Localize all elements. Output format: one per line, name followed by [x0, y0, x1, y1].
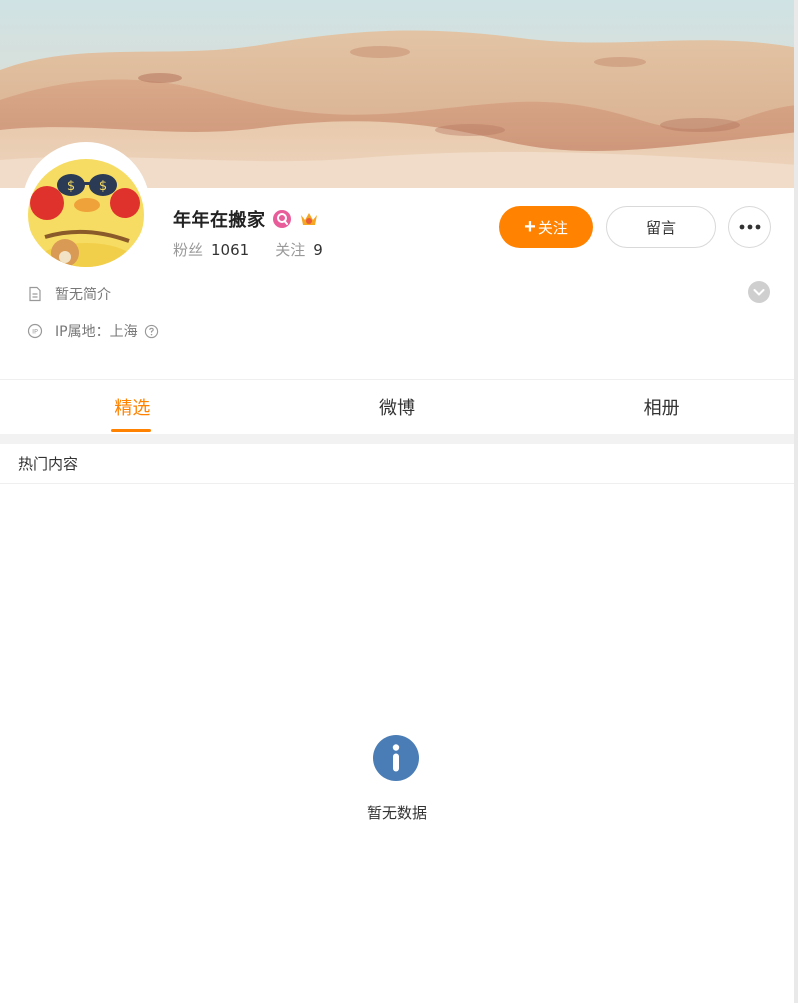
- page-right-border: [794, 0, 798, 1003]
- follow-button[interactable]: + 关注: [499, 206, 593, 248]
- more-horizontal-icon: [739, 224, 760, 230]
- ip-location-line: IP IP属地：上海: [27, 321, 159, 341]
- profile-name: 年年在搬家: [173, 210, 266, 231]
- following-count[interactable]: 9: [313, 241, 323, 259]
- more-button[interactable]: [728, 206, 771, 248]
- followers-label[interactable]: 粉丝: [173, 239, 203, 260]
- follow-button-label: 关注: [537, 219, 568, 237]
- svg-text:IP: IP: [32, 328, 38, 336]
- plus-icon: +: [524, 216, 536, 238]
- tab-weibo-label: 微博: [379, 398, 415, 419]
- message-button-label: 留言: [645, 219, 676, 237]
- tab-featured-label: 精选: [114, 398, 151, 419]
- message-button[interactable]: 留言: [606, 206, 716, 248]
- crown-badge-icon[interactable]: [298, 209, 320, 229]
- profile-tabs: 精选 微博 相册: [0, 380, 794, 434]
- tab-featured[interactable]: 精选: [0, 380, 265, 434]
- duck-avatar-image: $ $: [25, 145, 147, 267]
- ip-location-text: IP属地：上海: [55, 324, 138, 340]
- section-separator: [0, 434, 794, 444]
- profile-name-row: 年年在搬家: [173, 205, 320, 233]
- svg-text:$: $: [99, 179, 107, 194]
- profile-stats: 粉丝 1061 关注 9: [173, 239, 349, 260]
- bio-text: 暂无简介: [55, 287, 111, 303]
- chevron-down-icon: [748, 281, 770, 303]
- active-tab-indicator: [111, 429, 152, 432]
- bio-line: 暂无简介: [27, 284, 111, 304]
- tab-album[interactable]: 相册: [529, 380, 794, 434]
- svg-text:$: $: [67, 179, 75, 194]
- membership-badge-icon[interactable]: [272, 209, 292, 229]
- empty-state-text: 暂无数据: [366, 804, 427, 822]
- followers-count[interactable]: 1061: [211, 241, 249, 259]
- document-icon: [27, 286, 43, 302]
- section-title-divider: [0, 483, 794, 484]
- info-icon: [373, 735, 419, 781]
- avatar[interactable]: $ $: [22, 142, 150, 270]
- question-circle-icon[interactable]: [144, 324, 159, 339]
- hot-content-title: 热门内容: [18, 455, 79, 473]
- tab-album-label: 相册: [643, 398, 680, 419]
- expand-profile-button[interactable]: [747, 280, 771, 304]
- following-label[interactable]: 关注: [275, 239, 305, 260]
- ip-location-icon: IP: [27, 323, 43, 339]
- tab-weibo[interactable]: 微博: [265, 380, 530, 434]
